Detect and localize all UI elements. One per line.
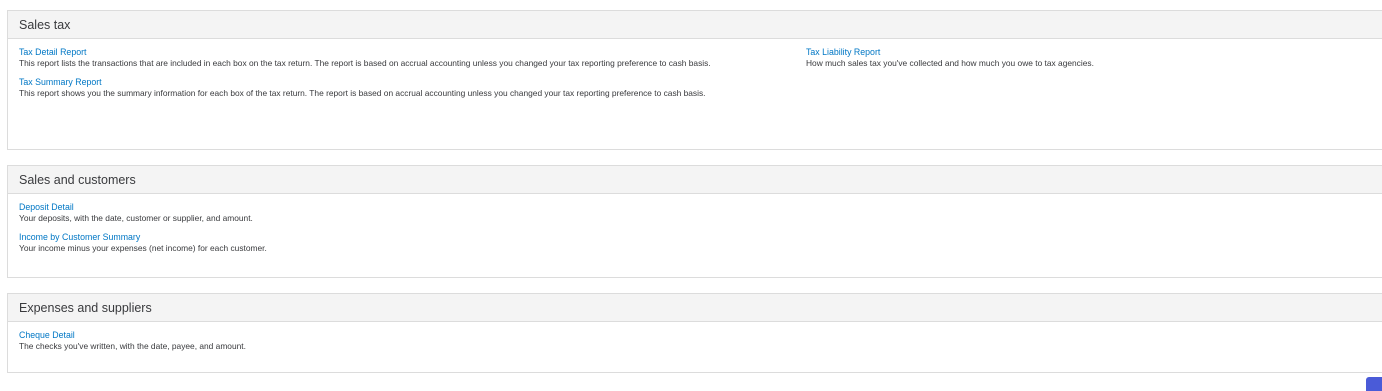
deposit-detail-link[interactable]: Deposit Detail — [19, 201, 779, 213]
report-description: How much sales tax you've collected and … — [806, 58, 1094, 68]
report-description: The checks you've written, with the date… — [19, 341, 246, 351]
section-body: Tax Detail Report This report lists the … — [8, 39, 1382, 99]
report-item: Income by Customer Summary Your income m… — [19, 231, 779, 255]
report-item: Tax Detail Report This report lists the … — [19, 46, 779, 70]
section-sales-and-customers: Sales and customers Deposit Detail Your … — [7, 165, 1382, 278]
report-item: Tax Liability Report How much sales tax … — [806, 46, 1366, 70]
report-description: Your deposits, with the date, customer o… — [19, 213, 253, 223]
report-column-left: Cheque Detail The checks you've written,… — [19, 329, 779, 353]
section-title: Expenses and suppliers — [19, 300, 152, 315]
section-expenses-and-suppliers: Expenses and suppliers Cheque Detail The… — [7, 293, 1382, 373]
section-header: Sales tax — [8, 11, 1382, 39]
section-body: Cheque Detail The checks you've written,… — [8, 322, 1382, 353]
report-item: Cheque Detail The checks you've written,… — [19, 329, 779, 353]
section-header: Sales and customers — [8, 166, 1382, 194]
cheque-detail-link[interactable]: Cheque Detail — [19, 329, 779, 341]
report-column-right: Tax Liability Report How much sales tax … — [806, 46, 1366, 76]
report-description: This report shows you the summary inform… — [19, 87, 706, 98]
help-button[interactable] — [1366, 377, 1382, 391]
tax-detail-report-link[interactable]: Tax Detail Report — [19, 46, 779, 58]
section-header: Expenses and suppliers — [8, 294, 1382, 322]
report-item: Deposit Detail Your deposits, with the d… — [19, 201, 779, 225]
income-by-customer-summary-link[interactable]: Income by Customer Summary — [19, 231, 779, 243]
tax-liability-report-link[interactable]: Tax Liability Report — [806, 46, 1366, 58]
tax-summary-report-link[interactable]: Tax Summary Report — [19, 76, 779, 88]
section-title: Sales tax — [19, 17, 71, 32]
report-description: Your income minus your expenses (net inc… — [19, 242, 267, 253]
section-title: Sales and customers — [19, 172, 136, 187]
section-sales-tax: Sales tax Tax Detail Report This report … — [7, 10, 1382, 150]
reports-page: Sales tax Tax Detail Report This report … — [0, 0, 1382, 391]
section-body: Deposit Detail Your deposits, with the d… — [8, 194, 1382, 254]
report-column-left: Tax Detail Report This report lists the … — [19, 46, 779, 99]
report-description: This report lists the transactions that … — [19, 58, 711, 68]
report-column-left: Deposit Detail Your deposits, with the d… — [19, 201, 779, 254]
report-item: Tax Summary Report This report shows you… — [19, 76, 779, 100]
